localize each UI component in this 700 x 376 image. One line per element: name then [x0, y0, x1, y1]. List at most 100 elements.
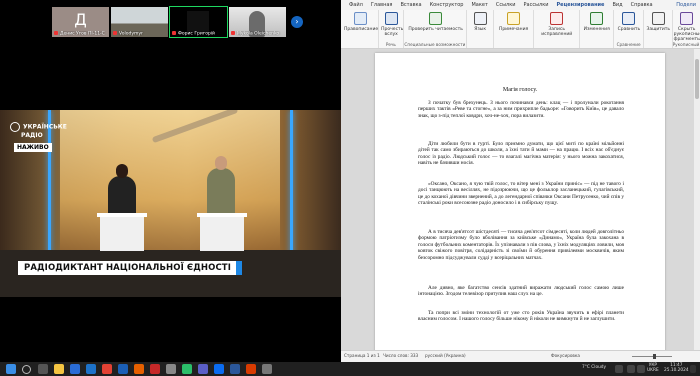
participant-tile[interactable]: Mykola Oleichenko: [229, 7, 286, 37]
menu-tab[interactable]: Справка: [627, 0, 657, 10]
ribbon-group-tracking: Запись исправлений: [534, 10, 580, 48]
share-button[interactable]: Подели: [672, 0, 700, 10]
paragraph[interactable]: А в тисяча дев'ятсот шістдесяті — тисяча…: [418, 229, 624, 261]
word-app-icon[interactable]: [230, 364, 240, 374]
menu-tab[interactable]: Рассылки: [520, 0, 553, 10]
participant-tile[interactable]: Volodymyr: [111, 7, 168, 37]
powerpoint-icon[interactable]: [246, 364, 256, 374]
compare-button[interactable]: Сравнить: [616, 12, 642, 32]
podium: [97, 213, 147, 251]
search-icon[interactable]: [22, 365, 31, 374]
ribbon-group-protect: Защитить: [644, 10, 673, 48]
scrollbar-thumb[interactable]: [695, 59, 699, 99]
ribbon-group-language: Язык: [467, 10, 494, 48]
mic-muted-icon: [54, 30, 58, 35]
ribbon-tabs: Файл Главная Вставка Конструктор Макет Ссылки…: [341, 0, 700, 11]
app-icon[interactable]: [182, 364, 192, 374]
mic-muted-icon: [113, 30, 117, 35]
taskbar: 7°C Cloudy УКР UKRE 11:47 25.10.2024: [0, 362, 700, 376]
tray-icon[interactable]: [615, 365, 623, 373]
paragraph[interactable]: Та попри всі зміни технологій от уже сто…: [418, 310, 624, 323]
participant-tile-active[interactable]: Форис Григорій: [169, 6, 228, 38]
windows-start-icon[interactable]: [6, 364, 16, 374]
participant-strip: Д Денис Угов ПІ-11-С Volodymyr Форис Гри…: [52, 6, 286, 38]
mic-muted-icon: [231, 30, 235, 35]
changes-button[interactable]: Изменения: [582, 12, 612, 32]
participant-name: Volodymyr: [119, 31, 143, 36]
accept-changes-icon: [590, 12, 604, 25]
participant-name: Mykola Oleichenko: [237, 31, 280, 36]
comment-icon: [507, 12, 521, 25]
menu-tab[interactable]: Главная: [367, 0, 397, 10]
opera-icon[interactable]: [150, 364, 160, 374]
spellcheck-icon: [353, 12, 367, 25]
ribbon-group-accessibility: Проверить читаемость Специальные возможн…: [404, 10, 468, 48]
document-title: Магія голосу.: [502, 87, 538, 93]
firefox-icon[interactable]: [134, 364, 144, 374]
menu-tab[interactable]: Файл: [345, 0, 367, 10]
banner-accent: [236, 261, 242, 275]
volume-icon[interactable]: [637, 365, 645, 373]
store-icon[interactable]: [86, 364, 96, 374]
teams-icon[interactable]: [198, 364, 208, 374]
paragraph[interactable]: «Оксано, Оксано, я чую твій голос, то ві…: [418, 181, 624, 207]
chrome-icon[interactable]: [102, 364, 112, 374]
check-accessibility-button[interactable]: Проверить читаемость: [408, 12, 464, 32]
wifi-icon[interactable]: [627, 365, 635, 373]
language-indicator[interactable]: УКР UKRE: [647, 363, 659, 373]
language-status[interactable]: русский (Украина): [425, 353, 466, 358]
zoom-slider-thumb[interactable]: [653, 354, 656, 359]
mic-muted-icon: [172, 30, 176, 35]
menu-tab[interactable]: Вид: [608, 0, 626, 10]
broadcast-banner: РАДІОДИКТАНТ НАЦІОНАЛЬНОЇ ЄДНОСТІ: [18, 261, 242, 275]
track-changes-button[interactable]: Запись исправлений: [537, 12, 577, 37]
shared-video-stream: УКРАЇНСЬКЕ РАДІО НАЖИВО РАДІОДИКТАНТ НАЦ…: [0, 110, 341, 297]
live-badge: НАЖИВО: [14, 143, 52, 152]
word-count[interactable]: Число слов: 333: [383, 353, 418, 358]
vertical-scrollbar[interactable]: [694, 49, 700, 350]
track-changes-icon: [550, 12, 564, 25]
ink-icon: [680, 12, 694, 25]
ribbon-group-comments: Примечания: [494, 10, 534, 48]
podium: [197, 213, 247, 251]
paragraph[interactable]: Але дивно, яке багатство сенсів здатний …: [418, 285, 624, 298]
menu-tab[interactable]: Конструктор: [426, 0, 468, 10]
task-view-icon[interactable]: [38, 364, 48, 374]
menu-tab[interactable]: Рецензирование: [552, 0, 609, 11]
mail-icon[interactable]: [118, 364, 128, 374]
menu-tab[interactable]: Ссылки: [492, 0, 520, 10]
menu-tab[interactable]: Макет: [467, 0, 491, 10]
spelling-button[interactable]: Правописание: [344, 12, 378, 32]
participant-tile[interactable]: Д Денис Угов ПІ-11-С: [52, 7, 109, 37]
protect-button[interactable]: Защитить: [646, 12, 670, 32]
clock[interactable]: 11:47 25.10.2024: [664, 363, 689, 373]
ribbon-group-changes: Изменения: [580, 10, 614, 48]
paragraph[interactable]: Діти любили бути в гурті. Було приємно д…: [418, 141, 624, 167]
app-icon[interactable]: [262, 364, 272, 374]
page-count[interactable]: Страница 1 из 1: [344, 353, 380, 358]
read-aloud-button[interactable]: Прочесть вслух: [381, 12, 403, 37]
read-aloud-icon: [384, 12, 398, 25]
ribbon-group-speech: Прочесть вслух Речь: [379, 10, 404, 48]
zoom-slider[interactable]: [632, 356, 672, 357]
chevron-right-icon[interactable]: ›: [291, 16, 303, 28]
language-button[interactable]: Язык: [469, 12, 491, 32]
video-call-window: Д Денис Угов ПІ-11-С Volodymyr Форис Гри…: [0, 0, 341, 362]
hide-ink-button[interactable]: Скрыть рукописные фрагменты: [674, 12, 700, 42]
document-canvas[interactable]: Магія голосу. З початку був брехунець. З…: [341, 49, 700, 350]
notifications-icon[interactable]: [690, 365, 696, 373]
ribbon-group-ink: Скрыть рукописные фрагменты Рукописный в…: [673, 10, 700, 48]
app-icon[interactable]: [166, 364, 176, 374]
file-explorer-icon[interactable]: [54, 364, 64, 374]
document-page[interactable]: Магія голосу. З початку був брехунець. З…: [375, 53, 665, 350]
zoom-icon[interactable]: [214, 364, 224, 374]
weather-widget[interactable]: 7°C Cloudy: [582, 365, 606, 370]
language-icon: [473, 12, 487, 25]
menu-tab[interactable]: Вставка: [396, 0, 425, 10]
focus-mode-button[interactable]: Фокусировка: [551, 353, 580, 358]
edge-icon[interactable]: [70, 364, 80, 374]
paragraph[interactable]: З початку був брехунець. З нього починав…: [418, 100, 624, 119]
host-man: [207, 156, 235, 218]
lock-icon: [651, 12, 665, 25]
comments-button[interactable]: Примечания: [497, 12, 531, 32]
